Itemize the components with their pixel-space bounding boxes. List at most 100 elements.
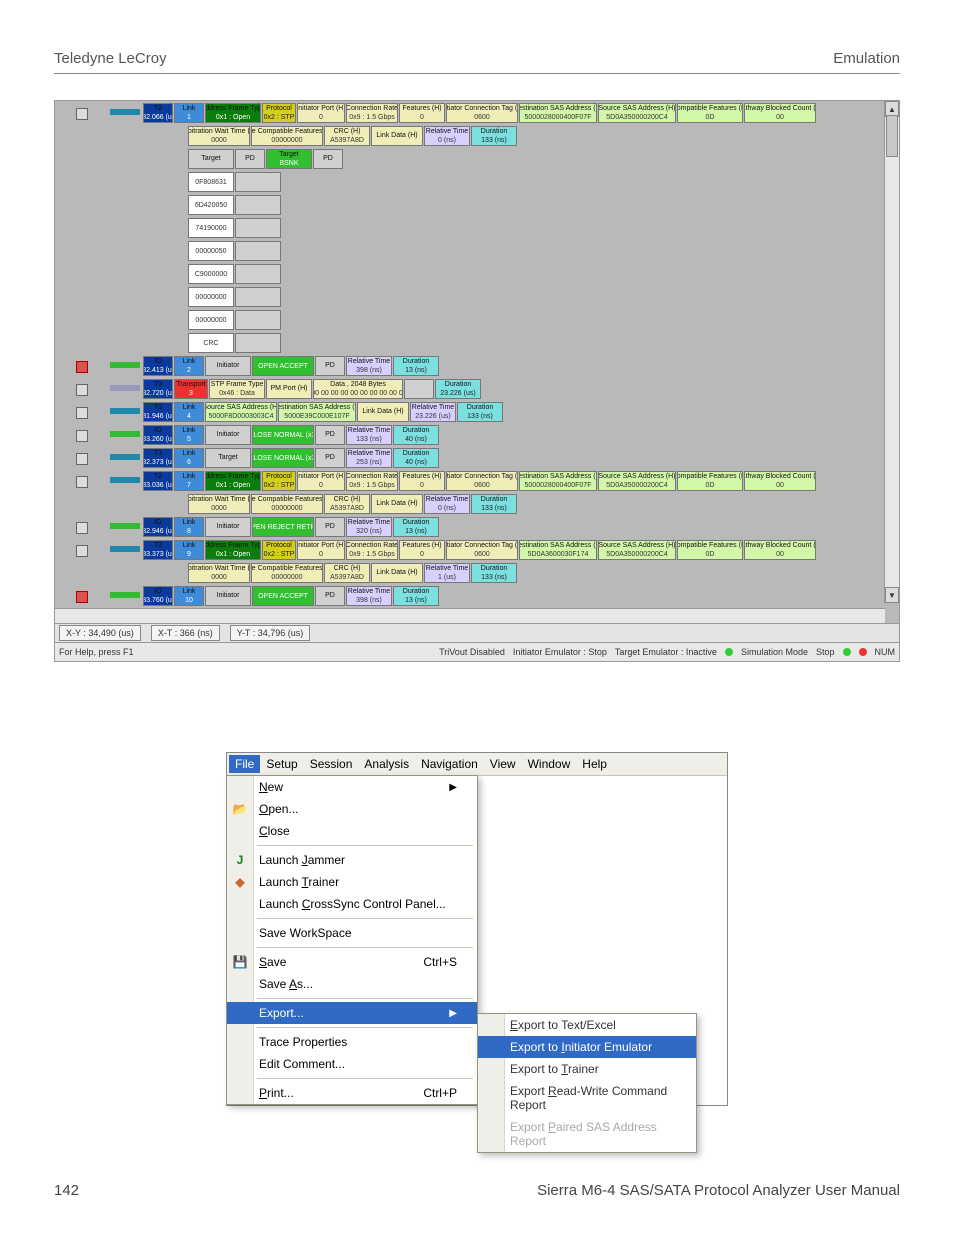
trace-cell[interactable]: Relative Time253 (ns) [346,448,392,468]
trace-cell[interactable]: CLOSE NORMAL (x3) [252,448,314,468]
row-gutter[interactable] [57,402,107,424]
trace-cell[interactable]: Compatible Features (H)0D [677,540,743,560]
menu-item[interactable]: 📂Open... [227,798,477,820]
trace-cell[interactable]: Link Data (H) [371,494,423,514]
trace-cell[interactable]: Relative Time1 (us) [424,563,470,583]
trace-cell[interactable]: Source SAS Address (H)5D0A350000200C4 [598,540,676,560]
trace-cell[interactable]: Link8 [174,517,204,537]
trace-cell[interactable]: 00000050 [188,241,234,261]
trace-cell[interactable] [235,172,281,192]
menu-item[interactable]: ◆Launch Trainer [227,871,477,893]
trace-cell[interactable]: PD [315,586,345,606]
trace-cell[interactable]: Duration40 (ns) [393,425,439,445]
trace-cell[interactable]: CRC [188,333,234,353]
trace-cell[interactable]: Duration133 (ns) [471,494,517,514]
trace-cell[interactable]: Transport3 [174,379,208,399]
submenu-item[interactable]: Export to Trainer [478,1058,696,1080]
trace-cell[interactable] [235,218,281,238]
trace-cell[interactable]: 0F808631 [188,172,234,192]
trace-cell[interactable]: Connection Rate0x9 : 1.5 Gbps [346,471,398,491]
scroll-thumb[interactable] [886,115,898,157]
trace-cell[interactable]: STP Frame Type0x46 : Data [209,379,265,399]
trace-cell[interactable]: Duration133 (ns) [471,563,517,583]
trace-cell[interactable]: Initiator Connection Tag (H)0600 [446,103,518,123]
trace-cell[interactable]: Source SAS Address (H)5000F8D0003003C4 [205,402,277,422]
trace-cell[interactable]: IO283.260 (us) [143,425,173,445]
trace-cell[interactable]: Initiator [205,425,251,445]
trace-cell[interactable] [235,195,281,215]
trace-cell[interactable]: Link Data (H) [371,563,423,583]
trace-cell[interactable]: IO282.946 (us) [143,517,173,537]
trace-cell[interactable]: OPEN ACCEPT [252,356,314,376]
trace-cell[interactable]: CRC (H)A5397A8D [324,563,370,583]
trace-cell[interactable]: OPEN ACCEPT [252,586,314,606]
trace-cell[interactable]: More Compatible Features (H)00000000 [251,126,323,146]
trace-cell[interactable]: T3282.373 (us) [143,448,173,468]
trace-cell[interactable]: Pathway Blocked Count (H)00 [744,103,816,123]
trace-cell[interactable] [235,241,281,261]
menu-item[interactable]: Export...▶ [227,1002,477,1024]
trace-cell[interactable]: PD [315,356,345,376]
trace-cell[interactable]: Link1 [174,103,204,123]
trace-cell[interactable]: Link2 [174,356,204,376]
trace-cell[interactable]: Relative Time133 (ns) [346,425,392,445]
trace-cell[interactable]: Compatible Features (H)0D [677,471,743,491]
trace-cell[interactable]: T3282.720 (us) [143,379,173,399]
trace-cell[interactable]: Duration13 (ns) [393,356,439,376]
trace-cell[interactable]: IO282.413 (us) [143,356,173,376]
trace-cell[interactable] [235,264,281,284]
trace-cell[interactable]: Connection Rate0x9 : 1.5 Gbps [346,103,398,123]
trace-cell[interactable]: Duration40 (ns) [393,448,439,468]
menu-item[interactable]: New▶ [227,776,477,798]
trace-cell[interactable]: Initiator [205,586,251,606]
trace-cell[interactable]: Link Data (H) [357,402,409,422]
trace-cell[interactable] [235,310,281,330]
trace-cell[interactable] [404,379,434,399]
trace-cell[interactable]: Protocol0x2 : STP [262,540,296,560]
trace-cell[interactable]: Link6 [174,448,204,468]
trace-cell[interactable]: C9000000 [188,264,234,284]
trace-cell[interactable]: Destination SAS Address (H)5D0A3600030F1… [519,540,597,560]
trace-cell[interactable]: Destination SAS Address (H)5000E39C000E1… [278,402,356,422]
trace-cell[interactable]: Features (H)0 [399,540,445,560]
trace-cell[interactable]: Source SAS Address (H)5D0A350000200C4 [598,103,676,123]
menu-navigation[interactable]: Navigation [421,757,478,771]
trace-cell[interactable]: Relative Time320 (ns) [346,517,392,537]
row-gutter[interactable] [57,448,107,470]
trace-cell[interactable]: Duration23.226 (us) [435,379,481,399]
trace-cell[interactable]: Link Data (H) [371,126,423,146]
menu-item[interactable]: JLaunch Jammer [227,849,477,871]
menu-item[interactable]: Launch CrossSync Control Panel... [227,893,477,915]
row-gutter[interactable] [57,103,107,125]
trace-cell[interactable]: Initiator Port (H)0 [297,471,345,491]
menu-item[interactable]: Print...Ctrl+P [227,1082,477,1104]
trace-cell[interactable]: Arbitration Wait Time (H)0000 [188,494,250,514]
trace-cell[interactable]: PD [315,517,345,537]
trace-cell[interactable]: More Compatible Features (H)00000000 [251,563,323,583]
trace-cell[interactable]: Address Frame Type0x1 : Open [205,471,261,491]
trace-cell[interactable]: IO283.760 (us) [143,586,173,606]
trace-cell[interactable]: Initiator Connection Tag (H)0600 [446,540,518,560]
trace-cell[interactable]: Initiator [205,356,251,376]
row-gutter[interactable] [57,471,107,493]
trace-cell[interactable]: Initiator Port (H)0 [297,103,345,123]
trace-cell[interactable]: Link4 [174,402,204,422]
menu-help[interactable]: Help [582,757,607,771]
trace-cell[interactable]: Duration133 (ns) [457,402,503,422]
menu-item[interactable]: Close [227,820,477,842]
vscrollbar[interactable]: ▲ ▼ [884,101,899,603]
trace-cell[interactable]: Target [205,448,251,468]
submenu-item[interactable]: Export Read-Write Command Report [478,1080,696,1116]
menu-item[interactable]: Edit Comment... [227,1053,477,1075]
trace-cell[interactable] [235,287,281,307]
trace-cell[interactable]: PD [313,149,343,169]
trace-cell[interactable]: Relative Time398 (ns) [346,586,392,606]
trace-cell[interactable]: Relative Time0 (ns) [424,494,470,514]
menu-view[interactable]: View [490,757,516,771]
trace-cell[interactable]: Link5 [174,425,204,445]
trace-cell[interactable]: CRC (H)A5397A8D [324,494,370,514]
row-gutter[interactable] [57,517,107,539]
trace-cell[interactable]: Initiator Port (H)0 [297,540,345,560]
trace-cell[interactable]: Destination SAS Address (H)5000028000400… [519,471,597,491]
menu-setup[interactable]: Setup [266,757,297,771]
